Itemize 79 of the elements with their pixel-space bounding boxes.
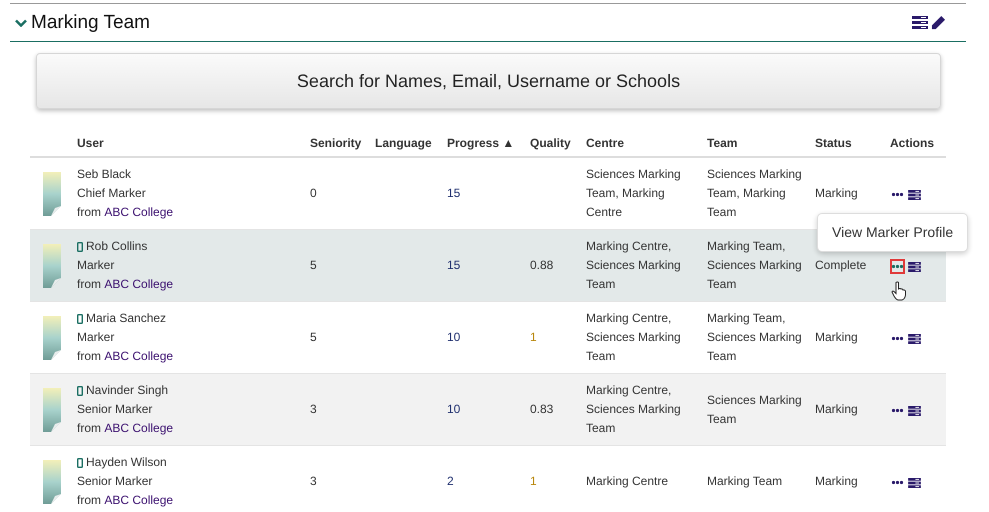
avatar-icon <box>43 244 61 288</box>
table-cell: Sciences Marking Team, Marking Team <box>707 167 802 219</box>
phone-icon <box>77 458 83 468</box>
from-label: from <box>77 492 101 509</box>
phone-icon <box>77 386 83 396</box>
from-label: from <box>77 276 101 293</box>
tooltip: View Marker Profile <box>817 213 968 252</box>
column-header[interactable]: Team <box>704 136 812 150</box>
user-name: Rob Collins <box>86 238 148 255</box>
phone-icon <box>77 314 83 324</box>
user-name: Seb Black <box>77 166 132 183</box>
school-link[interactable]: ABC College <box>104 419 174 438</box>
table-cell: 0.88 <box>530 258 554 272</box>
avatar-icon <box>43 172 61 216</box>
school-link[interactable]: ABC College <box>104 203 174 222</box>
school-link[interactable]: ABC College <box>104 491 174 510</box>
table-cell: 1 <box>530 330 537 344</box>
list-icon[interactable] <box>908 190 921 200</box>
column-header[interactable]: Centre <box>583 136 704 150</box>
table-cell: 5 <box>310 258 317 272</box>
user-name: Hayden Wilson <box>86 454 167 471</box>
table-cell: Marking <box>815 330 858 344</box>
user-role: Chief Marker <box>77 185 146 202</box>
user-role: Senior Marker <box>77 473 152 490</box>
table-cell: Marking Team, Sciences Marking Team <box>707 239 802 291</box>
table-cell: 15 <box>447 258 460 272</box>
avatar-icon <box>43 460 61 504</box>
table-cell: Complete <box>815 258 866 272</box>
column-header[interactable]: Progress ▲ <box>444 136 527 150</box>
table-cell: 1 <box>530 474 537 488</box>
list-icon[interactable] <box>908 478 921 488</box>
table-cell: Marking Team <box>707 474 782 488</box>
table-cell: Marking Centre, Sciences Marking Team <box>586 311 681 363</box>
column-header[interactable]: Seniority <box>307 136 372 150</box>
user-name: Navinder Singh <box>86 382 168 399</box>
user-role: Marker <box>77 329 114 346</box>
table-cell: Marking <box>815 474 858 488</box>
table-cell: Marking Centre <box>586 474 668 488</box>
user-name: Maria Sanchez <box>86 310 166 327</box>
table-cell: Marking <box>815 402 858 416</box>
list-icon[interactable] <box>908 262 921 272</box>
avatar-icon <box>43 388 61 432</box>
table-cell: Marking Team, Sciences Marking Team <box>707 311 802 363</box>
school-link[interactable]: ABC College <box>104 347 174 366</box>
from-label: from <box>77 348 101 365</box>
avatar-icon <box>43 316 61 360</box>
table-cell: Marking Centre, Sciences Marking Team <box>586 239 681 291</box>
column-header[interactable]: User <box>74 136 307 150</box>
column-header[interactable]: Status <box>812 136 887 150</box>
table-cell: 0.83 <box>530 402 554 416</box>
table-cell: Sciences Marking Team, Marking Centre <box>586 167 681 219</box>
list-icon[interactable] <box>908 406 921 416</box>
table-cell: 0 <box>310 186 317 200</box>
pencil-icon[interactable] <box>931 15 946 30</box>
column-header[interactable]: Actions <box>887 136 940 150</box>
table-cell: Marking Centre, Sciences Marking Team <box>586 383 681 435</box>
table-cell: 10 <box>447 330 460 344</box>
from-label: from <box>77 204 101 221</box>
table-cell: 5 <box>310 330 317 344</box>
user-role: Senior Marker <box>77 401 152 418</box>
search-button[interactable]: Search for Names, Email, Username or Schools <box>36 53 941 109</box>
hand-cursor-icon <box>891 281 907 301</box>
table-cell: Marking <box>815 186 858 200</box>
school-link[interactable]: ABC College <box>104 275 174 294</box>
from-label: from <box>77 420 101 437</box>
list-icon[interactable] <box>912 16 928 29</box>
table-cell: Sciences Marking Team <box>707 392 802 426</box>
table-cell: 2 <box>447 474 454 488</box>
table-cell: 15 <box>447 186 460 200</box>
column-header[interactable]: Language <box>372 136 444 150</box>
phone-icon <box>77 242 83 252</box>
user-role: Marker <box>77 257 114 274</box>
table-cell: 3 <box>310 402 317 416</box>
table-cell: 3 <box>310 474 317 488</box>
column-header[interactable]: Quality <box>527 136 583 150</box>
section-title: Marking Team <box>31 12 150 34</box>
chevron-down-icon[interactable] <box>15 18 27 26</box>
list-icon[interactable] <box>908 334 921 344</box>
table-cell: 10 <box>447 402 460 416</box>
